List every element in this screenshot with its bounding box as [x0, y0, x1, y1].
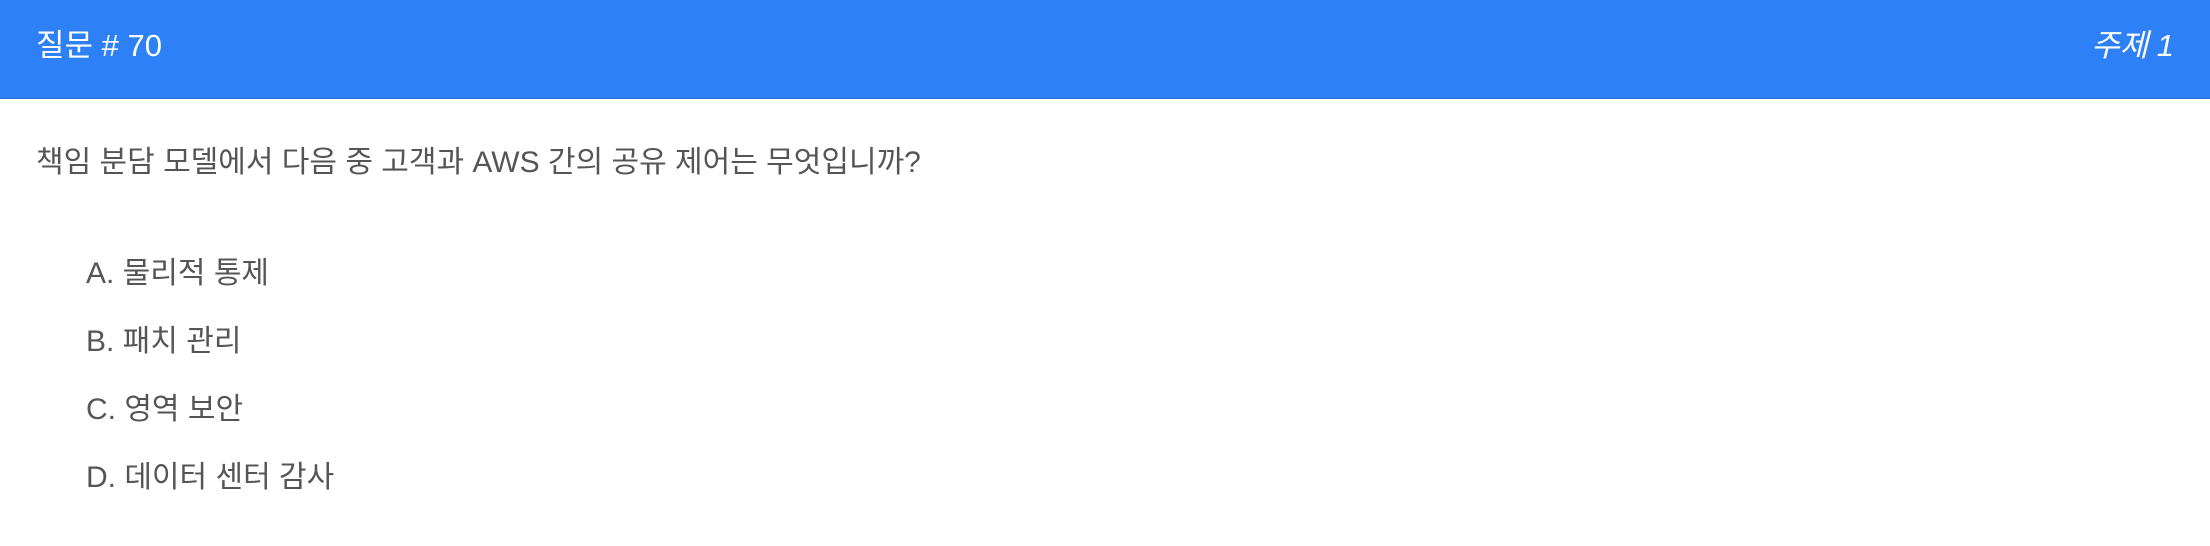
choice-b[interactable]: B. 패치 관리: [86, 321, 334, 389]
question-text: 책임 분담 모델에서 다음 중 고객과 AWS 간의 공유 제어는 무엇입니까?: [36, 146, 921, 179]
topic-label: 주제 1: [2091, 28, 2174, 63]
answer-choices: A. 물리적 통제 B. 패치 관리 C. 영역 보안 D. 데이터 센터 감사: [86, 253, 334, 525]
choice-d[interactable]: D. 데이터 센터 감사: [86, 457, 334, 525]
question-number: 질문 # 70: [36, 28, 162, 63]
choice-c[interactable]: C. 영역 보안: [86, 389, 334, 457]
choice-a[interactable]: A. 물리적 통제: [86, 253, 334, 321]
question-header: 질문 # 70 주제 1: [0, 0, 2210, 99]
